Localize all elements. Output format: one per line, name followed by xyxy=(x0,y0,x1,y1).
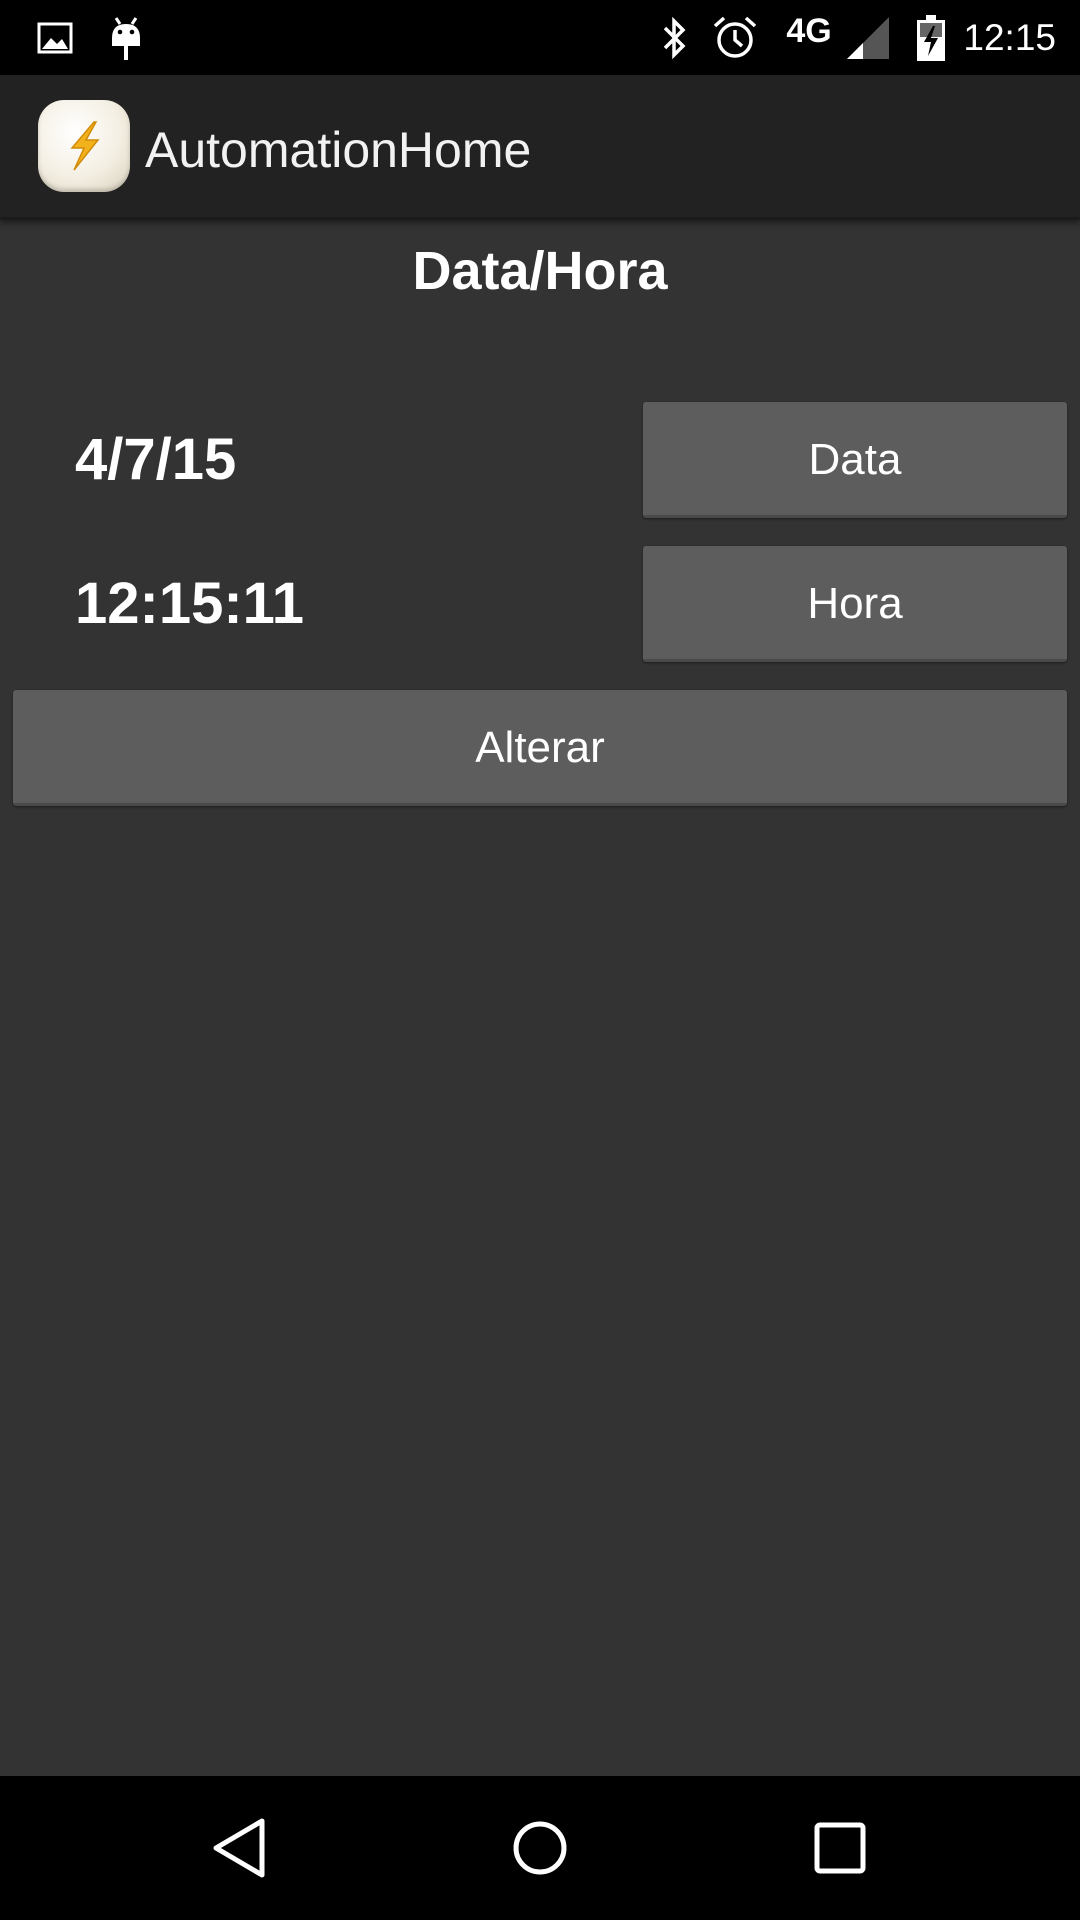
navigation-bar xyxy=(0,1776,1080,1920)
lightning-bolt-icon xyxy=(70,121,100,171)
signal-icon xyxy=(843,0,893,75)
date-value: 4/7/15 xyxy=(75,427,237,492)
recents-button[interactable] xyxy=(765,1776,915,1920)
battery-charging-icon xyxy=(912,0,950,75)
time-value: 12:15:11 xyxy=(75,571,304,636)
app-icon xyxy=(38,100,130,192)
image-icon xyxy=(34,0,76,75)
alarm-icon xyxy=(710,0,760,75)
date-button[interactable]: Data xyxy=(643,402,1067,518)
screen: 4G 12:15 AutomationHome Data/Hora 4/7/15… xyxy=(0,0,1080,1920)
back-button[interactable] xyxy=(165,1776,315,1920)
android-debug-icon xyxy=(104,0,148,75)
time-button[interactable]: Hora xyxy=(643,546,1067,662)
status-time: 12:15 xyxy=(963,17,1056,58)
change-button[interactable]: Alterar xyxy=(13,690,1067,806)
back-icon xyxy=(213,1818,265,1878)
home-icon xyxy=(513,1821,567,1875)
app-title: AutomationHome xyxy=(145,122,532,178)
network-type-label: 4G xyxy=(786,11,832,50)
status-bar: 4G 12:15 xyxy=(0,0,1080,75)
page-title: Data/Hora xyxy=(412,241,668,301)
bluetooth-icon xyxy=(655,0,695,75)
action-bar: AutomationHome xyxy=(0,75,1080,220)
recents-icon xyxy=(814,1822,866,1874)
home-button[interactable] xyxy=(465,1776,615,1920)
